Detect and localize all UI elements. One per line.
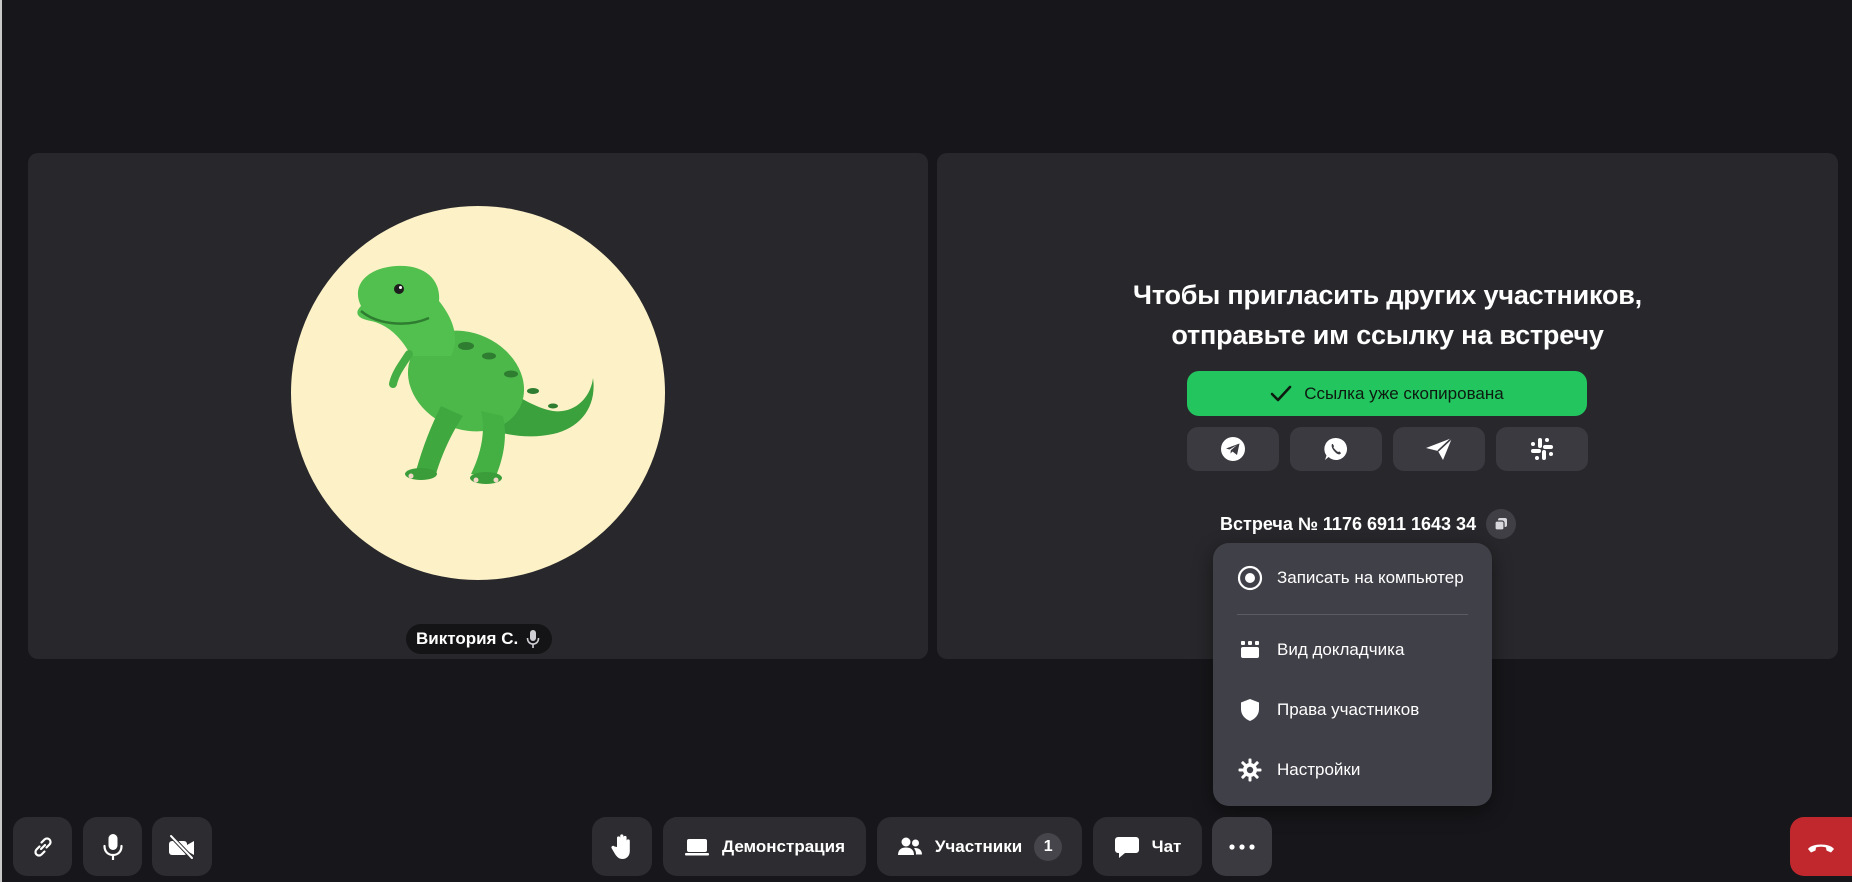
share-telegram-button[interactable] — [1187, 427, 1279, 471]
record-icon — [1237, 565, 1263, 591]
participant-tile: Виктория С. — [28, 153, 928, 659]
link-icon — [33, 836, 52, 857]
screen-share-icon — [685, 838, 709, 855]
participants-button[interactable]: Участники 1 — [877, 817, 1082, 876]
menu-item-label: Записать на компьютер — [1277, 568, 1464, 587]
gear-icon — [1238, 758, 1262, 782]
microphone-icon — [526, 630, 540, 648]
meeting-id-row: Встреча № 1176 6911 1643 34 — [1220, 509, 1517, 539]
share-whatsapp-button[interactable] — [1290, 427, 1382, 471]
avatar — [291, 206, 665, 580]
microphone-icon — [102, 833, 123, 860]
more-button[interactable] — [1212, 817, 1272, 876]
checkmark-icon — [1270, 385, 1292, 401]
copy-link-label: Ссылка уже скопирована — [1304, 383, 1504, 403]
chat-button[interactable]: Чат — [1093, 817, 1202, 876]
participant-name: Виктория С. — [416, 629, 519, 648]
invite-title-line1: Чтобы пригласить других участников, — [1133, 280, 1642, 310]
chat-label: Чат — [1151, 836, 1182, 856]
dinosaur-icon — [357, 265, 594, 484]
share-send-button[interactable] — [1393, 427, 1485, 471]
camera-off-button[interactable] — [152, 817, 212, 876]
invite-title: Чтобы пригласить других участников, отпр… — [937, 275, 1838, 355]
send-icon — [1426, 437, 1453, 460]
more-dots-icon — [1229, 843, 1255, 850]
menu-item-permissions[interactable]: Права участников — [1237, 697, 1419, 723]
participants-icon — [897, 837, 922, 855]
copy-link-button[interactable]: Ссылка уже скопирована — [1187, 371, 1587, 416]
whatsapp-icon — [1324, 437, 1348, 460]
screen-share-button[interactable]: Демонстрация — [663, 817, 866, 876]
hang-up-button[interactable] — [1790, 817, 1852, 876]
copy-meeting-id-button[interactable] — [1486, 509, 1517, 539]
hang-up-icon — [1808, 844, 1834, 852]
more-menu: Записать на компьютер Вид докладчика Пра… — [1213, 543, 1492, 806]
menu-item-speaker-view[interactable]: Вид докладчика — [1237, 637, 1404, 663]
menu-item-record[interactable]: Записать на компьютер — [1237, 565, 1464, 591]
camera-off-icon — [169, 833, 194, 860]
telegram-icon — [1221, 437, 1245, 461]
share-buttons — [1187, 427, 1588, 471]
participants-label: Участники — [934, 836, 1023, 856]
invite-link-button[interactable] — [13, 817, 72, 876]
menu-item-settings[interactable]: Настройки — [1237, 757, 1360, 783]
window-edge — [0, 0, 2, 882]
shield-icon — [1241, 699, 1259, 721]
menu-divider — [1237, 614, 1468, 615]
meeting-id: Встреча № 1176 6911 1643 34 — [1220, 513, 1477, 534]
menu-item-label: Вид докладчика — [1277, 640, 1405, 659]
menu-item-label: Права участников — [1277, 700, 1420, 719]
raise-hand-button[interactable] — [592, 817, 652, 876]
share-slack-button[interactable] — [1496, 427, 1588, 471]
slack-icon — [1531, 438, 1553, 460]
speaker-view-icon — [1241, 641, 1259, 658]
participant-name-tag: Виктория С. — [406, 624, 553, 654]
screen-share-label: Демонстрация — [722, 836, 845, 856]
menu-item-label: Настройки — [1277, 760, 1361, 779]
invite-title-line2: отправьте им ссылку на встречу — [1171, 320, 1604, 350]
microphone-button[interactable] — [83, 817, 142, 876]
participants-count-badge: 1 — [1034, 832, 1063, 861]
chat-icon — [1114, 836, 1139, 858]
raise-hand-icon — [611, 833, 630, 859]
copy-icon — [1494, 518, 1508, 531]
